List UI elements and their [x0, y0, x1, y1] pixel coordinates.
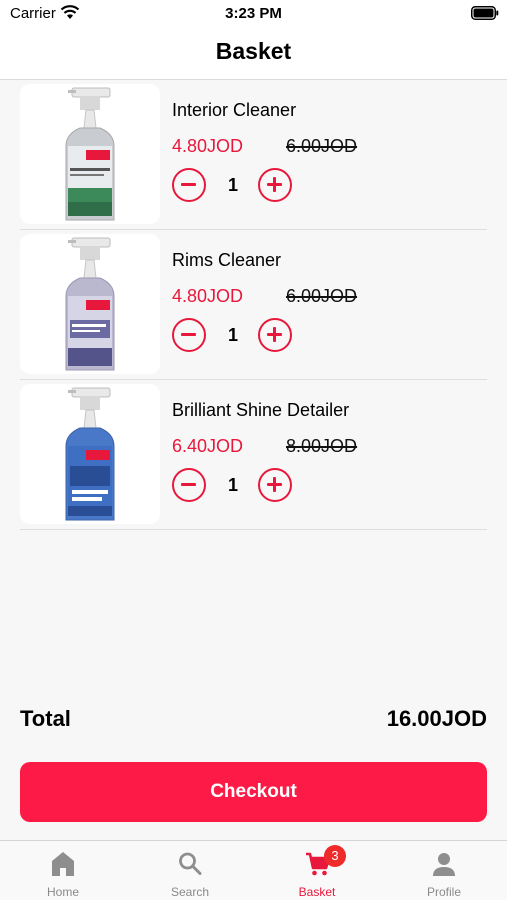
- nav-bar: Basket: [0, 28, 507, 80]
- product-image: [20, 234, 160, 374]
- item-name: Interior Cleaner: [172, 100, 297, 120]
- item-old-price: 6.00JOD: [286, 286, 358, 306]
- tab-home-label: Home: [46, 885, 79, 899]
- tab-profile[interactable]: Profile: [381, 841, 507, 900]
- item-price: 4.80JOD: [172, 286, 244, 306]
- status-time: 3:23 PM: [225, 5, 282, 22]
- tab-basket-label: Basket: [298, 885, 336, 899]
- item-price: 4.80JOD: [172, 136, 244, 156]
- item-quantity: 1: [227, 325, 238, 345]
- checkout-button[interactable]: Checkout: [20, 762, 487, 822]
- status-bar: Carrier 3:23 PM: [0, 0, 507, 28]
- decrease-quantity-button[interactable]: [172, 168, 206, 202]
- item-name: Brilliant Shine Detailer: [172, 400, 350, 420]
- tab-search-label: Search: [170, 885, 210, 899]
- item-name: Rims Cleaner: [172, 250, 282, 270]
- item-quantity: 1: [227, 175, 238, 195]
- tab-profile-label: Profile: [426, 885, 461, 899]
- search-icon: [179, 852, 202, 875]
- tab-home[interactable]: Home: [0, 841, 126, 900]
- spray-bottle-icon: [65, 237, 115, 371]
- basket-item: Brilliant Shine Detailer 6.40JOD 8.00JOD…: [20, 380, 487, 530]
- product-image: [20, 84, 160, 224]
- basket-item: Rims Cleaner 4.80JOD 6.00JOD 1: [20, 230, 487, 380]
- page-title: Basket: [215, 38, 292, 64]
- home-icon: [52, 852, 74, 876]
- spray-bottle-icon: [65, 387, 115, 521]
- total-label: Total: [20, 706, 71, 731]
- tab-basket[interactable]: 3 Basket: [254, 841, 380, 900]
- decrease-quantity-button[interactable]: [172, 468, 206, 502]
- tab-search[interactable]: Search: [127, 841, 253, 900]
- item-price: 6.40JOD: [172, 436, 244, 456]
- product-image: [20, 384, 160, 524]
- cart-badge: 3: [324, 845, 346, 867]
- item-old-price: 6.00JOD: [286, 136, 358, 156]
- increase-quantity-button[interactable]: [258, 168, 292, 202]
- increase-quantity-button[interactable]: [258, 468, 292, 502]
- total-value: 16.00JOD: [386, 706, 487, 731]
- basket-item: Interior Cleaner 4.80JOD 6.00JOD 1: [20, 80, 487, 230]
- spray-bottle-icon: [65, 87, 115, 221]
- item-quantity: 1: [227, 475, 238, 495]
- decrease-quantity-button[interactable]: [172, 318, 206, 352]
- increase-quantity-button[interactable]: [258, 318, 292, 352]
- battery-icon: [471, 6, 499, 20]
- tab-bar: Home Search 3 Basket Profile: [0, 840, 507, 900]
- item-old-price: 8.00JOD: [286, 436, 358, 456]
- profile-icon: [433, 853, 455, 876]
